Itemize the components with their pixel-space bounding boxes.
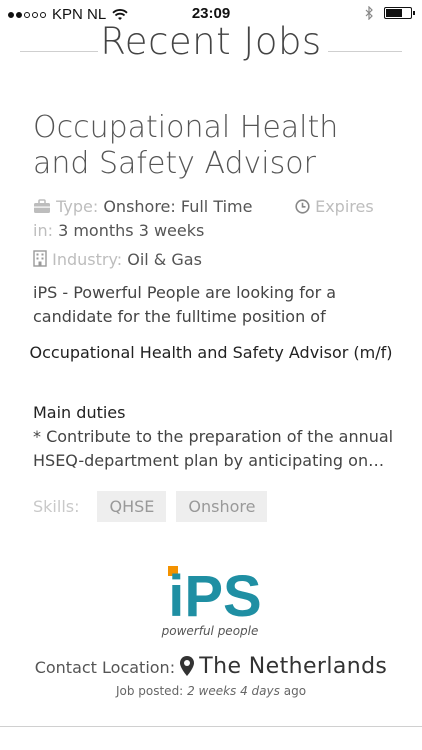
battery-icon: [384, 7, 415, 19]
expires-label: Expires: [315, 197, 374, 216]
company-logo[interactable]: iPS powerful people: [160, 560, 270, 640]
page-title: Recent Jobs: [100, 20, 322, 63]
map-pin-icon: [180, 656, 195, 676]
skills-label: Skills:: [33, 497, 80, 516]
job-intro: iPS - Powerful People are looking for a …: [33, 283, 337, 326]
expiry-row: in: 3 months 3 weeks: [33, 219, 204, 243]
job-type-label: Type:: [56, 197, 99, 216]
posted-value: 2 weeks 4 days: [187, 684, 280, 698]
posted-suffix: ago: [283, 684, 307, 698]
contact-label: Contact Location:: [34, 658, 176, 677]
posted-label: Job posted:: [115, 684, 184, 698]
clock-icon: [295, 199, 310, 214]
page-header: Recent Jobs: [0, 20, 422, 68]
job-type-expiry: Type: Onshore: Full Time Expires: [33, 195, 403, 219]
bottom-divider: [0, 726, 422, 727]
duties-heading: Main duties: [33, 403, 126, 422]
job-title[interactable]: Occupational Health and Safety Advisor: [33, 110, 403, 182]
bluetooth-icon: [365, 6, 373, 20]
industry-label: Industry:: [52, 250, 123, 269]
header-divider-right: [328, 51, 402, 52]
job-type-value: Onshore: Full Time: [103, 197, 253, 216]
expires-value: 3 months 3 weeks: [58, 221, 205, 240]
contact-location: Contact Location: The Netherlands: [0, 654, 422, 679]
skills-row: Skills: QHSE Onshore: [33, 491, 268, 522]
job-industry: Industry: Oil & Gas: [33, 248, 202, 272]
skill-chip[interactable]: QHSE: [97, 491, 167, 522]
position-heading: Occupational Health and Safety Advisor (…: [29, 343, 393, 362]
expires-in-label: in:: [33, 221, 53, 240]
job-posted: Job posted: 2 weeks 4 days ago: [0, 684, 422, 698]
briefcase-icon: [34, 199, 50, 213]
logo-tagline: powerful people: [161, 624, 259, 638]
skill-chip[interactable]: Onshore: [176, 491, 268, 522]
logo-wordmark: iPS: [168, 564, 262, 629]
contact-value: The Netherlands: [199, 654, 388, 679]
duties-text: * Contribute to the preparation of the a…: [33, 427, 394, 470]
building-icon: [33, 250, 47, 267]
industry-value: Oil & Gas: [127, 250, 202, 269]
